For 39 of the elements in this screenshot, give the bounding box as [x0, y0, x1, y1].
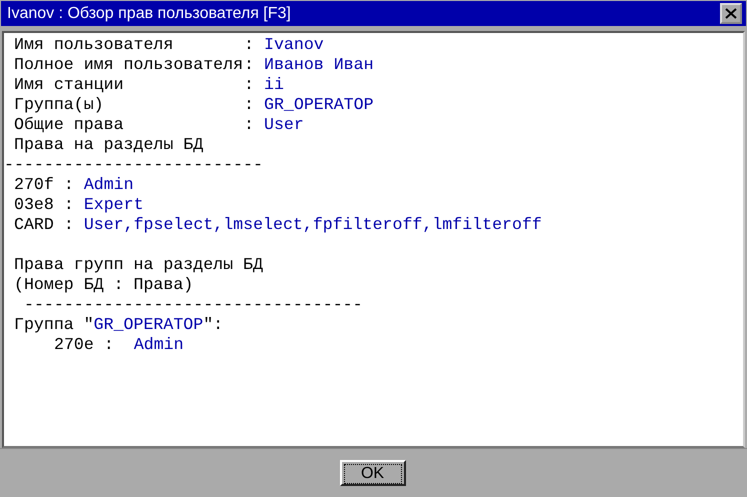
field-label: Полное имя пользователя: [14, 55, 244, 75]
separator: :: [64, 215, 74, 235]
field-value: ii: [264, 75, 284, 95]
close-button[interactable]: [720, 3, 742, 24]
db-code: 270f: [14, 175, 54, 195]
field-label: Общие права: [14, 115, 125, 135]
rights-value: User,fpselect,lmselect,fpfilteroff,lmfilteroff: [84, 215, 542, 235]
rights-value: Admin: [84, 175, 134, 195]
field-value: User: [264, 115, 304, 135]
separator: :: [64, 195, 74, 215]
window-title: Ivanov : Обзор прав пользователя [F3]: [7, 4, 291, 22]
separator: :: [244, 75, 255, 95]
group-name: GR_OPERATOP: [94, 315, 204, 335]
db-code: 270e: [54, 335, 94, 355]
separator: :: [244, 35, 255, 55]
db-code: 03e8: [14, 195, 54, 215]
section-heading: Права на разделы БД: [14, 135, 204, 155]
field-label: Имя станции: [14, 75, 125, 95]
dashed-rule: --------------------------: [4, 155, 263, 175]
group-prefix: Группа ": [14, 315, 94, 335]
separator: :: [64, 175, 74, 195]
field-value: Иванов Иван: [264, 55, 374, 75]
separator: :: [104, 335, 114, 355]
rights-value: Admin: [134, 335, 184, 355]
separator: :: [244, 115, 255, 135]
field-label: Группа(ы): [14, 95, 105, 115]
field-value: Ivanov: [264, 35, 324, 55]
field-value: GR_OPERATOP: [264, 95, 374, 115]
separator: :: [244, 55, 255, 75]
field-label: Имя пользователя: [14, 35, 174, 55]
group-suffix: ":: [203, 315, 224, 335]
separator: :: [244, 95, 255, 115]
ok-button[interactable]: OK: [340, 460, 406, 486]
section-heading: Права групп на разделы БД: [14, 255, 263, 275]
rights-value: Expert: [84, 195, 144, 215]
db-code: CARD: [14, 215, 54, 235]
dashed-rule: ----------------------------------: [24, 295, 363, 315]
close-icon: [725, 8, 737, 19]
section-subheading: (Номер БД : Права): [14, 275, 194, 295]
